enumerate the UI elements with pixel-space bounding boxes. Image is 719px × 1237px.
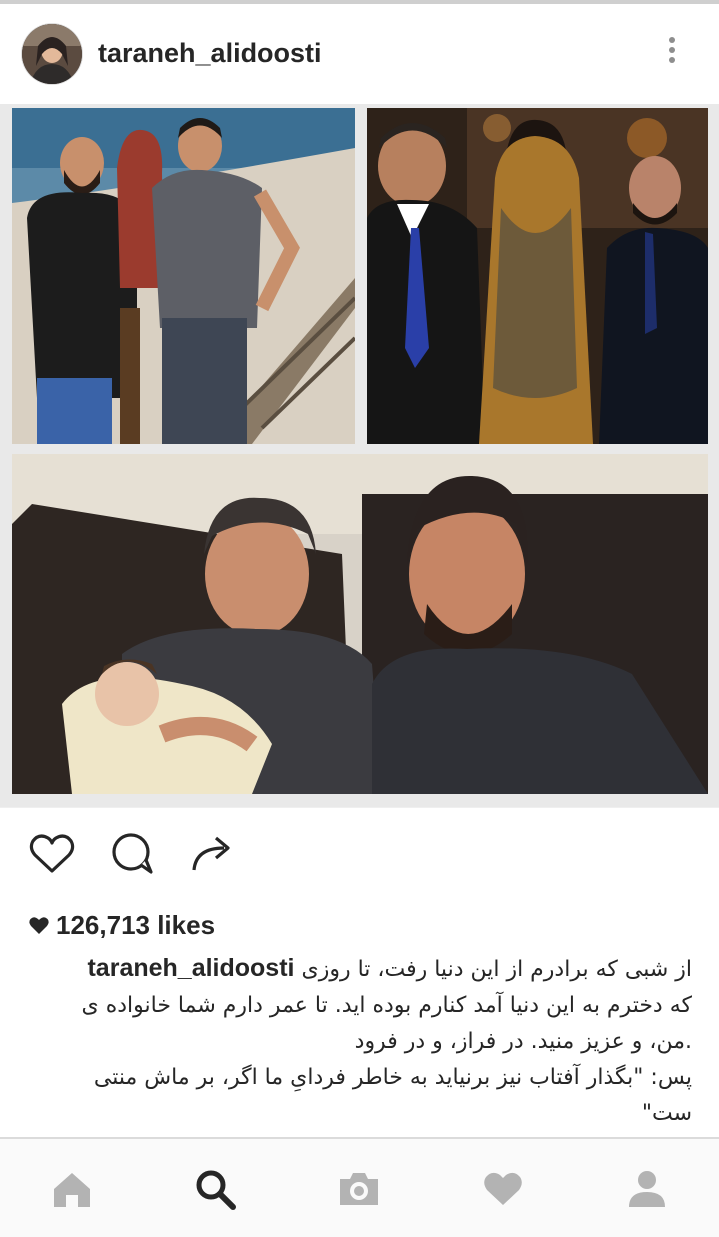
search-icon[interactable]	[193, 1167, 237, 1211]
post-image[interactable]	[0, 104, 719, 807]
share-arrow-icon[interactable]	[186, 828, 238, 880]
photo-event	[367, 108, 708, 444]
caption-line: از شبی که برادرم از این دنیا رفت، تا روز…	[87, 954, 692, 982]
bottom-navigation	[0, 1137, 719, 1237]
photo-beach	[12, 108, 355, 444]
more-vertical-icon[interactable]	[662, 34, 682, 74]
photo-family	[12, 454, 708, 794]
camera-icon[interactable]	[337, 1167, 381, 1211]
post-header: taraneh_alidoosti	[0, 4, 719, 104]
likes-count[interactable]: 126,713 likes	[28, 910, 215, 941]
post-actions	[0, 807, 719, 898]
heart-outline-icon[interactable]	[26, 828, 78, 880]
avatar[interactable]	[22, 24, 82, 84]
caption-username[interactable]: taraneh_alidoosti	[87, 954, 294, 982]
post-caption: از شبی که برادرم از این دنیا رفت، تا روز…	[24, 950, 693, 1132]
likes-label: 126,713 likes	[56, 910, 216, 940]
heart-filled-icon	[29, 916, 49, 934]
caption-line: که دخترم به این دنیا آمد کنارم بوده اید.…	[81, 993, 693, 1018]
home-icon[interactable]	[50, 1167, 94, 1211]
post-username[interactable]: taraneh_alidoosti	[98, 38, 322, 69]
caption-line: .من، و عزیز منید. در فراز، و در فرود	[354, 1029, 692, 1054]
comment-bubble-icon[interactable]	[106, 828, 158, 880]
caption-line: ست"	[641, 1101, 692, 1126]
caption-line: پس: "بگذار آفتاب نیز برنیاید به خاطر فرد…	[93, 1065, 692, 1090]
heart-icon[interactable]	[481, 1167, 525, 1211]
profile-icon[interactable]	[625, 1167, 669, 1211]
